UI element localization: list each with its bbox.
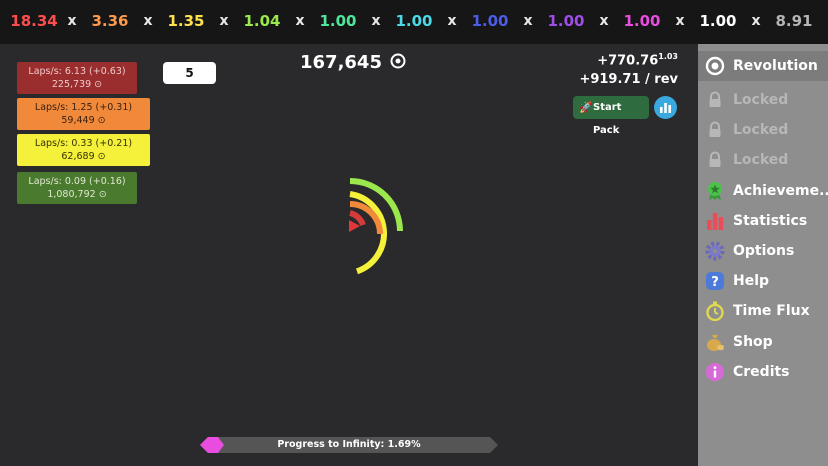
upgrade-rate: Laps/s: 0.33 (+0.21) [34,138,133,149]
sidebar-item-achieveme[interactable]: Achieveme... [698,176,828,206]
multiplier-separator: x [67,13,77,29]
sidebar-item-label: Statistics [733,213,808,229]
sidebar-item-locked[interactable]: Locked [698,145,828,175]
rate-line-1: +770.761.03 [597,52,678,69]
multiplier-value: 8.91 [775,12,813,30]
multiplier-separator: x [371,13,381,29]
sidebar-item-options[interactable]: Options [698,236,828,266]
upgrade-button[interactable]: Laps/s: 6.13 (+0.63) 225,739 ⊙ [17,62,137,94]
info-icon [705,362,725,382]
sidebar-item-label: Help [733,273,770,289]
multiplier-value: 1.00 [395,12,433,30]
multiplier-value: 1.35 [167,12,205,30]
stats-button[interactable] [654,96,677,119]
multiplier-separator: x [295,13,305,29]
sidebar-item-time-flux[interactable]: Time Flux [698,296,828,326]
start-pack-button[interactable]: 🚀 Start Pack [573,96,649,136]
multiplier-value: 1.00 [699,12,737,30]
multiplier-value: 1.00 [623,12,661,30]
multiplier-value: 3.36 [91,12,129,30]
multiplier-separator: x [219,13,229,29]
lock-icon [705,150,725,170]
gear-icon [705,241,725,261]
revolution-icon [390,53,406,69]
bar-chart-icon [660,103,671,113]
sidebar: Revolution Locked Locked Locked Achieveme...… [698,44,828,466]
start-pack-label: Start Pack [593,102,622,136]
sidebar-item-label: Locked [733,92,789,108]
lock-icon [705,120,725,140]
sidebar-item-label: Locked [733,122,789,138]
sidebar-item-label: Options [733,243,795,259]
multiplier-value: 1.04 [243,12,281,30]
multiplier-value: 1.00 [471,12,509,30]
multiplier-separator: x [447,13,457,29]
sidebar-item-label: Locked [733,152,789,168]
upgrade-rate: Laps/s: 0.09 (+0.16) [28,176,126,187]
sidebar-item-locked[interactable]: Locked [698,85,828,115]
buy-amount-input[interactable]: 5 [163,62,216,84]
upgrade-cost: 225,739 ⊙ [51,79,103,90]
sidebar-item-label: Shop [733,334,773,350]
revolution-rings[interactable] [300,170,420,290]
multiplier-separator: x [523,13,533,29]
upgrade-button[interactable]: Laps/s: 1.25 (+0.31) 59,449 ⊙ [17,98,150,130]
sidebar-item-label: Achieveme... [733,183,828,199]
counter-value: 167,645 [300,52,382,73]
bar-chart-icon [705,211,725,231]
upgrade-button[interactable]: Laps/s: 0.33 (+0.21) 62,689 ⊙ [17,134,150,166]
sidebar-item-label: Credits [733,364,790,380]
multiplier-value: 1.00 [319,12,357,30]
sidebar-item-statistics[interactable]: Statistics [698,206,828,236]
rate-line-2: +919.71 / rev [579,72,678,88]
upgrade-cost: 59,449 ⊙ [61,115,106,126]
revolution-counter: 167,645 [300,52,406,73]
question-icon: ? [705,271,725,291]
sidebar-item-locked[interactable]: Locked [698,115,828,145]
sidebar-item-revolution[interactable]: Revolution [698,51,828,81]
multiplier-separator: x [751,13,761,29]
sidebar-item-credits[interactable]: Credits [698,357,828,387]
stopwatch-icon [705,301,725,322]
upgrade-cost: 62,689 ⊙ [61,151,106,162]
svg-text:?: ? [711,275,719,290]
rocket-icon: 🚀 [579,101,593,114]
multiplier-separator: x [599,13,609,29]
target-icon [705,56,725,76]
sidebar-item-label: Time Flux [733,303,810,319]
multiplier-value: 18.34 [10,12,58,30]
multiplier-value: 1.00 [547,12,585,30]
multiplier-bar: 18.34 x 3.36 x 1.35 x 1.04 x 1.00 x 1.00 x 1.00 x 1.00… [0,0,828,44]
sidebar-item-help[interactable]: ? Help [698,266,828,296]
upgrade-cost: 1,080,792 ⊙ [47,189,107,200]
sidebar-item-label: Revolution [733,58,818,74]
sidebar-item-shop[interactable]: Shop [698,327,828,357]
upgrade-button[interactable]: Laps/s: 0.09 (+0.16) 1,080,792 ⊙ [17,172,137,204]
ribbon-icon [705,181,725,201]
lock-icon [705,90,725,110]
multiplier-separator: x [675,13,685,29]
rate-display: +770.761.03 +919.71 / rev [579,47,678,89]
multiplier-separator: x [143,13,153,29]
money-bag-icon [705,332,725,352]
upgrade-rate: Laps/s: 6.13 (+0.63) [28,66,126,77]
progress-label: Progress to Infinity: 1.69% [277,439,421,450]
upgrade-rate: Laps/s: 1.25 (+0.31) [34,102,133,113]
